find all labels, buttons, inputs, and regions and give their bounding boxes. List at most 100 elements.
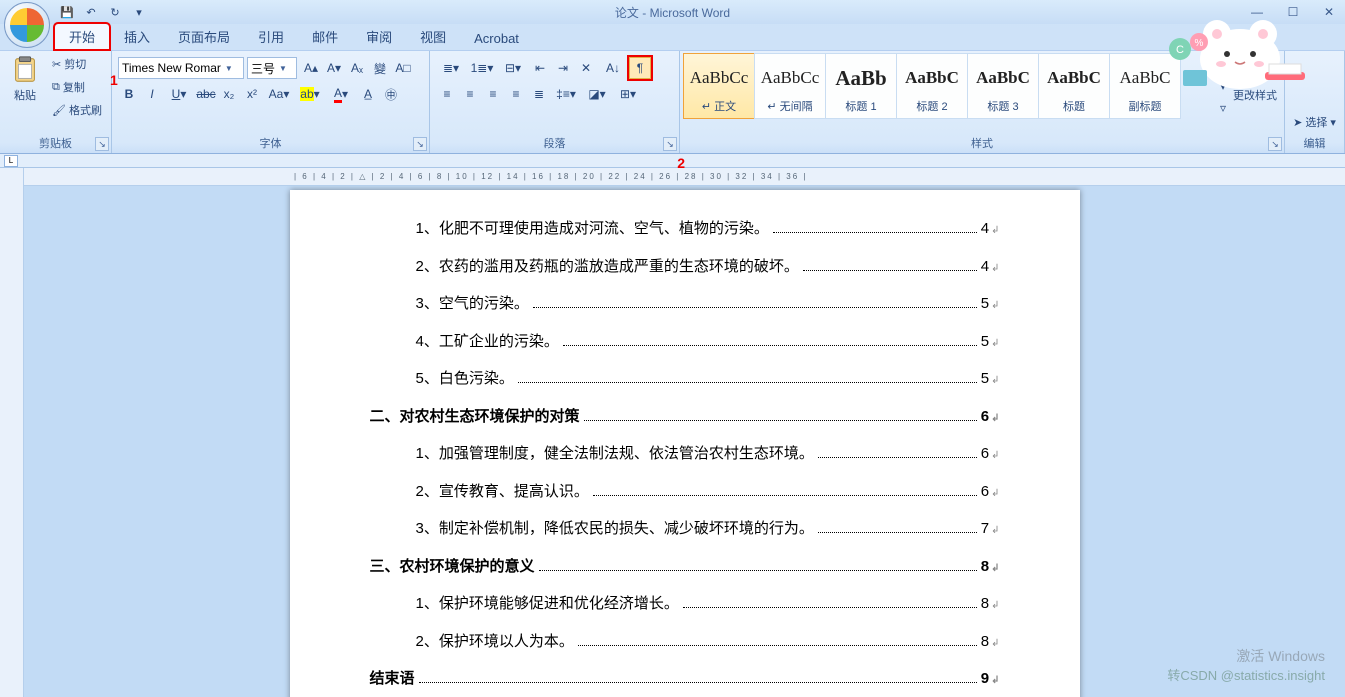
style-item-nospacing[interactable]: AaBbCc↵ 无间隔: [754, 53, 826, 119]
decrease-indent-button[interactable]: ⇤: [529, 57, 551, 79]
toc-line: 2、保护环境以人为本。8: [370, 623, 1000, 661]
style-gallery[interactable]: AaBbCc↵ 正文 AaBbCc↵ 无间隔 AaBb标题 1 AaBbC标题 …: [684, 53, 1210, 119]
tab-home[interactable]: 开始: [54, 23, 110, 50]
group-paragraph: ≣▾ 1≣▾ ⊟▾ ⇤ ⇥ ✕ A↓ ¶ ≡ ≡ ≡ ≡ ≣ ‡≡▾ ◪▾ ⊞▾…: [430, 51, 680, 153]
copy-button[interactable]: ⧉复制: [48, 76, 106, 98]
align-left-button[interactable]: ≡: [436, 83, 458, 105]
distribute-button[interactable]: ≣: [528, 83, 550, 105]
tab-references[interactable]: 引用: [244, 24, 298, 50]
style-item-heading3[interactable]: AaBbC标题 3: [967, 53, 1039, 119]
underline-button[interactable]: U▾: [164, 83, 194, 105]
view-options-bar: L: [0, 154, 1345, 168]
brush-icon: 🖌: [52, 104, 66, 117]
title-bar: 💾 ↶ ↻ ▾ 论文 - Microsoft Word — ☐ ✕: [0, 0, 1345, 24]
tab-acrobat[interactable]: Acrobat: [460, 28, 533, 50]
group-font: Times New Romar▼ 三号▼ A▴ A▾ Aₓ 變 A□ B I U…: [112, 51, 430, 153]
font-dialog-launcher[interactable]: ↘: [413, 137, 427, 151]
toc-line: 5、白色污染。5: [370, 360, 1000, 398]
style-item-subtitle[interactable]: AaBbC副标题: [1109, 53, 1181, 119]
group-editing: ➤选择▾ 编辑: [1285, 51, 1345, 153]
annotation-1: 1: [110, 72, 118, 88]
subscript-button[interactable]: x₂: [218, 83, 240, 105]
paragraph-dialog-launcher[interactable]: ↘: [663, 137, 677, 151]
page-scroll[interactable]: 1、化肥不可理使用造成对河流、空气、植物的污染。42、农药的滥用及药瓶的滥放造成…: [24, 186, 1345, 697]
close-button[interactable]: ✕: [1317, 3, 1341, 21]
character-shading-button[interactable]: A̲: [357, 83, 379, 105]
character-border-button[interactable]: A□: [392, 57, 414, 79]
office-button[interactable]: [4, 2, 50, 48]
shading-button[interactable]: ◪▾: [582, 83, 612, 105]
document-page[interactable]: 1、化肥不可理使用造成对河流、空气、植物的污染。42、农药的滥用及药瓶的滥放造成…: [290, 190, 1080, 697]
toc-line: 二、对农村生态环境保护的对策6: [370, 398, 1000, 436]
increase-indent-button[interactable]: ⇥: [552, 57, 574, 79]
styles-dialog-launcher[interactable]: ↘: [1268, 137, 1282, 151]
multilevel-list-button[interactable]: ⊟▾: [498, 57, 528, 79]
change-styles-button[interactable]: AA 更改样式: [1230, 53, 1280, 105]
justify-button[interactable]: ≡: [505, 83, 527, 105]
window-controls: — ☐ ✕: [1245, 3, 1341, 21]
strikethrough-button[interactable]: abc: [195, 83, 217, 105]
tab-view[interactable]: 视图: [406, 24, 460, 50]
clipboard-dialog-launcher[interactable]: ↘: [95, 137, 109, 151]
font-family-combo[interactable]: Times New Romar▼: [118, 57, 244, 79]
cursor-icon: ➤: [1293, 116, 1302, 129]
group-label-styles: 样式: [684, 133, 1280, 153]
superscript-button[interactable]: x²: [241, 83, 263, 105]
change-case-button[interactable]: Aa▾: [264, 83, 294, 105]
italic-button[interactable]: I: [141, 83, 163, 105]
group-styles: AaBbCc↵ 正文 AaBbCc↵ 无间隔 AaBb标题 1 AaBbC标题 …: [680, 51, 1285, 153]
line-spacing-button[interactable]: ‡≡▾: [551, 83, 581, 105]
clear-formatting-button[interactable]: Aₓ: [346, 57, 368, 79]
window-title: 论文 - Microsoft Word: [0, 4, 1345, 21]
style-item-title[interactable]: AaBbC标题: [1038, 53, 1110, 119]
toc-line: 结束语9: [370, 660, 1000, 697]
align-center-button[interactable]: ≡: [459, 83, 481, 105]
cut-button[interactable]: ✂剪切: [48, 53, 106, 75]
vertical-ruler[interactable]: [0, 168, 24, 697]
toc-line: 3、空气的污染。5: [370, 285, 1000, 323]
format-painter-button[interactable]: 🖌格式刷: [48, 99, 106, 121]
borders-button[interactable]: ⊞▾: [613, 83, 643, 105]
tab-mail[interactable]: 邮件: [298, 24, 352, 50]
sort-button[interactable]: A↓: [598, 57, 628, 79]
copy-icon: ⧉: [52, 81, 60, 94]
style-item-normal[interactable]: AaBbCc↵ 正文: [683, 53, 755, 119]
group-clipboard: 粘贴 ✂剪切 ⧉复制 🖌格式刷 剪贴板 ↘: [0, 51, 112, 153]
svg-text:A: A: [1257, 70, 1264, 80]
minimize-button[interactable]: —: [1245, 3, 1269, 21]
highlight-button[interactable]: ab▾: [295, 83, 325, 105]
align-right-button[interactable]: ≡: [482, 83, 504, 105]
tab-insert[interactable]: 插入: [110, 24, 164, 50]
svg-text:A: A: [1248, 64, 1255, 74]
group-label-paragraph: 段落: [434, 133, 675, 153]
font-color-button[interactable]: A▾: [326, 83, 356, 105]
show-formatting-button[interactable]: ¶: [629, 57, 651, 79]
maximize-button[interactable]: ☐: [1281, 3, 1305, 21]
toc-line: 4、工矿企业的污染。5: [370, 323, 1000, 361]
numbering-button[interactable]: 1≣▾: [467, 57, 497, 79]
toc-line: 三、农村环境保护的意义8: [370, 548, 1000, 586]
tab-layout[interactable]: 页面布局: [164, 24, 244, 50]
toc-line: 3、制定补偿机制，降低农民的损失、减少破坏环境的行为。7: [370, 510, 1000, 548]
paste-button[interactable]: 粘贴: [4, 53, 46, 105]
select-button[interactable]: ➤选择▾: [1289, 111, 1340, 133]
font-size-combo[interactable]: 三号▼: [247, 57, 297, 79]
grow-font-button[interactable]: A▴: [300, 57, 322, 79]
bold-button[interactable]: B: [118, 83, 140, 105]
toc-line: 2、宣传教育、提高认识。6: [370, 473, 1000, 511]
toc-line: 1、化肥不可理使用造成对河流、空气、植物的污染。4: [370, 210, 1000, 248]
scissors-icon: ✂: [52, 58, 61, 71]
tab-review[interactable]: 审阅: [352, 24, 406, 50]
ribbon: 粘贴 ✂剪切 ⧉复制 🖌格式刷 剪贴板 ↘ Times New Romar▼ 三…: [0, 50, 1345, 154]
shrink-font-button[interactable]: A▾: [323, 57, 345, 79]
style-item-heading2[interactable]: AaBbC标题 2: [896, 53, 968, 119]
ruler-toggle[interactable]: L: [4, 155, 18, 167]
style-item-heading1[interactable]: AaBb标题 1: [825, 53, 897, 119]
phonetic-guide-button[interactable]: 變: [369, 57, 391, 79]
bullets-button[interactable]: ≣▾: [436, 57, 466, 79]
asian-layout-button[interactable]: ✕: [575, 57, 597, 79]
toc-line: 2、农药的滥用及药瓶的滥放造成严重的生态环境的破坏。4: [370, 248, 1000, 286]
annotation-2: 2: [677, 155, 685, 171]
watermark: 激活 Windows 转CSDN @statistics.insight: [1167, 647, 1325, 685]
enclose-characters-button[interactable]: ㊥: [380, 83, 402, 105]
